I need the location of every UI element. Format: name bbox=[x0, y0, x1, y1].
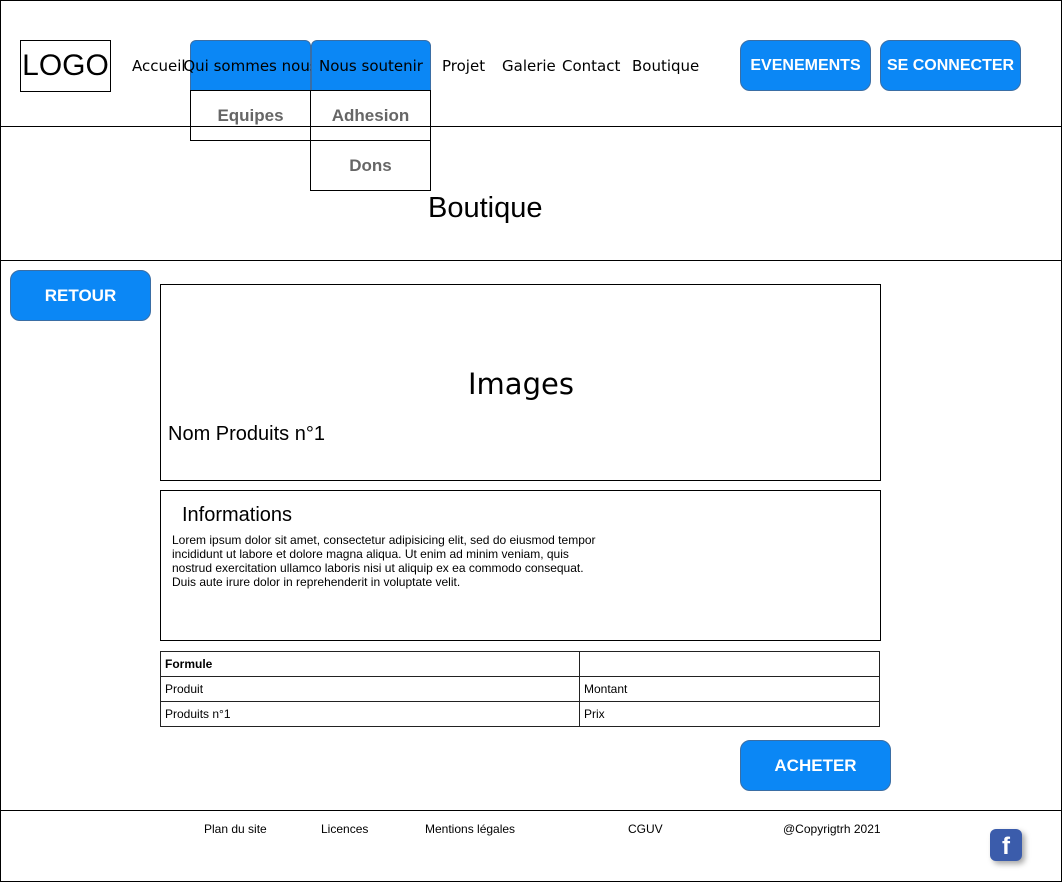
nav-projet[interactable]: Projet bbox=[442, 56, 485, 76]
se-connecter-button[interactable]: SE CONNECTER bbox=[880, 40, 1021, 91]
facebook-icon-glyph: f bbox=[1002, 833, 1010, 860]
table-header-cell bbox=[579, 651, 880, 677]
product-info-box: Informations Lorem ipsum dolor sit amet,… bbox=[160, 490, 881, 641]
evenements-button[interactable]: EVENEMENTS bbox=[740, 40, 871, 91]
nav-boutique[interactable]: Boutique bbox=[632, 56, 699, 76]
footer-mentions-legales[interactable]: Mentions légales bbox=[425, 822, 515, 836]
table-row: Produits n°1 Prix bbox=[160, 701, 880, 727]
retour-button[interactable]: RETOUR bbox=[10, 270, 151, 321]
acheter-button[interactable]: ACHETER bbox=[740, 740, 891, 791]
table-cell: Produits n°1 bbox=[160, 701, 580, 727]
table-header-row: Formule bbox=[160, 651, 880, 677]
info-text: Lorem ipsum dolor sit amet, consectetur … bbox=[172, 533, 596, 589]
nav-qui-sommes-nous-label: Qui sommes nous bbox=[183, 56, 318, 75]
footer-plan-du-site[interactable]: Plan du site bbox=[204, 822, 267, 836]
page-title: Boutique bbox=[428, 192, 543, 224]
nav-nous-soutenir[interactable]: Nous soutenir bbox=[311, 40, 431, 91]
nav-contact[interactable]: Contact bbox=[562, 56, 620, 76]
product-image-box: Images Nom Produits n°1 bbox=[160, 284, 881, 481]
dropdown-item-dons[interactable]: Dons bbox=[310, 140, 431, 191]
info-title: Informations bbox=[182, 504, 293, 526]
nav-qui-sommes-nous[interactable]: Qui sommes nous bbox=[183, 40, 318, 91]
dropdown-item-adhesion[interactable]: Adhesion bbox=[310, 90, 431, 141]
title-divider bbox=[0, 260, 1062, 261]
table-cell: Produit bbox=[160, 676, 580, 702]
footer-copyright: @Copyrigtrh 2021 bbox=[783, 822, 881, 836]
footer-cguv[interactable]: CGUV bbox=[628, 822, 663, 836]
table-cell: Prix bbox=[579, 701, 880, 727]
images-placeholder: Images bbox=[468, 367, 574, 401]
logo[interactable]: LOGO bbox=[20, 40, 111, 92]
formula-table: Formule Produit Montant Produits n°1 Pri… bbox=[160, 651, 880, 727]
nav-galerie[interactable]: Galerie bbox=[502, 56, 556, 76]
product-name: Nom Produits n°1 bbox=[168, 423, 325, 445]
table-header-cell: Formule bbox=[160, 651, 580, 677]
dropdown-item-equipes[interactable]: Equipes bbox=[190, 90, 311, 141]
table-cell: Montant bbox=[579, 676, 880, 702]
nav-nous-soutenir-label: Nous soutenir bbox=[319, 56, 423, 75]
footer-divider bbox=[0, 810, 1062, 811]
nav-accueil[interactable]: Accueil bbox=[132, 56, 186, 76]
facebook-icon[interactable]: f bbox=[990, 829, 1022, 861]
header-divider bbox=[0, 126, 1062, 127]
table-row: Produit Montant bbox=[160, 676, 880, 702]
footer-licences[interactable]: Licences bbox=[321, 822, 368, 836]
